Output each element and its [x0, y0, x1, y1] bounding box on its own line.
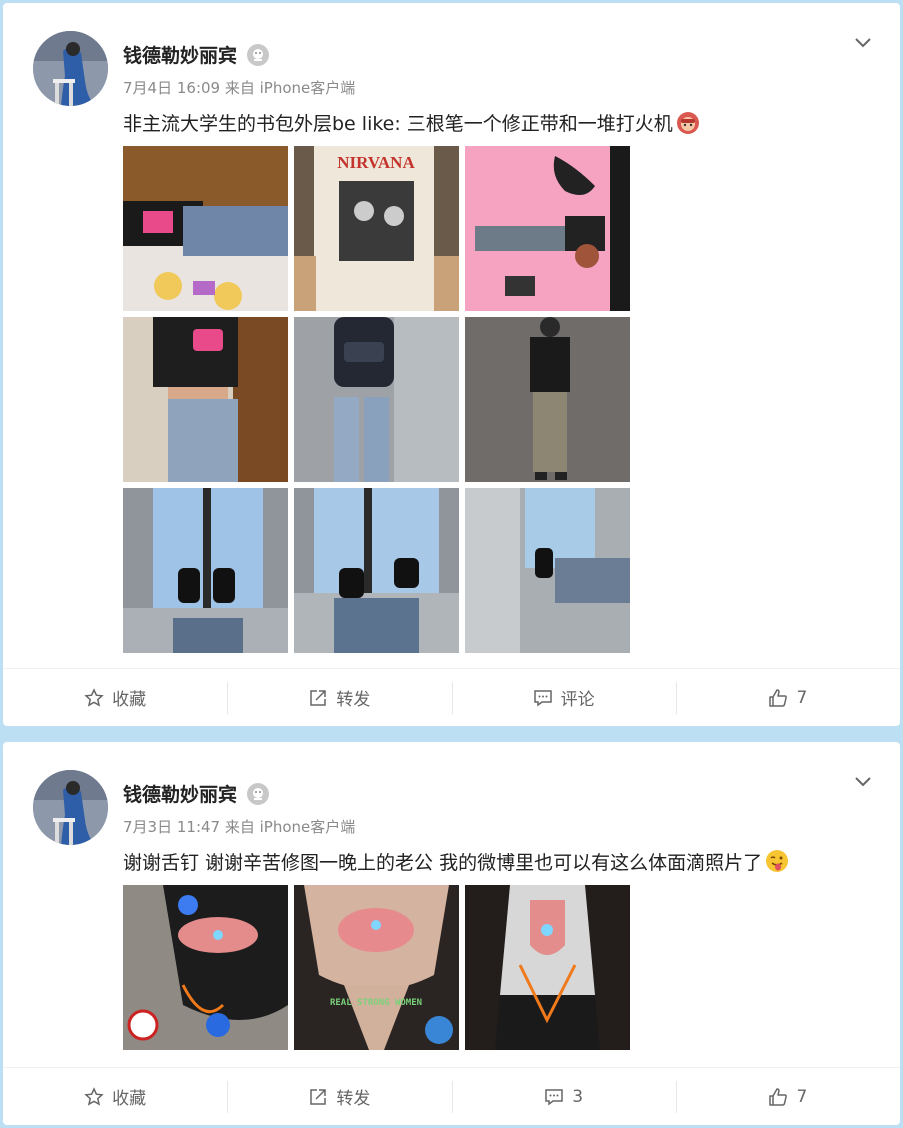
star-icon: [84, 1086, 104, 1106]
photo-thumbnail[interactable]: [123, 885, 288, 1050]
photo-thumbnail[interactable]: NIRVANA: [294, 146, 459, 311]
post-text: 非主流大学生的书包外层be like: 三根笔一个修正带和一堆打火机: [123, 109, 701, 138]
repost-label: 转发: [336, 1089, 371, 1109]
repost-label: 转发: [336, 690, 371, 710]
photo-thumbnail[interactable]: [465, 885, 630, 1050]
comment-button[interactable]: 评论: [451, 669, 676, 726]
photo-thumbnail[interactable]: REAL STRONG WOMEN: [294, 885, 459, 1050]
post-text-content: 非主流大学生的书包外层be like: 三根笔一个修正带和一堆打火机: [123, 113, 673, 135]
comment-label: 评论: [560, 690, 595, 710]
photo-thumbnail[interactable]: [123, 146, 288, 311]
post-text-content: 谢谢舌钉 谢谢辛苦修图一晚上的老公 我的微博里也可以有这么体面滴照片了: [123, 852, 763, 874]
like-button[interactable]: 7: [675, 669, 900, 726]
comment-icon: [533, 689, 552, 706]
vip-badge-icon: [247, 43, 270, 66]
favorite-button[interactable]: 收藏: [3, 669, 227, 726]
photo-overlay-text: REAL STRONG WOMEN: [330, 998, 422, 1008]
photo-thumbnail[interactable]: [465, 488, 630, 653]
post-meta: 7月3日 11:47 来自 iPhone客户端: [123, 818, 356, 836]
author-name[interactable]: 钱德勒妙丽宾: [123, 780, 237, 807]
photo-thumbnail[interactable]: [123, 317, 288, 482]
author-name[interactable]: 钱德勒妙丽宾: [123, 41, 237, 68]
photo-thumbnail[interactable]: [123, 488, 288, 653]
photo-thumbnail[interactable]: [465, 317, 630, 482]
post-text: 谢谢舌钉 谢谢辛苦修图一晚上的老公 我的微博里也可以有这么体面滴照片了: [123, 848, 790, 877]
like-button[interactable]: 7: [675, 1068, 900, 1125]
like-count: 7: [796, 687, 808, 708]
thumbs-up-icon: [769, 1087, 788, 1106]
post-action-bar: 收藏 转发 3 7: [3, 1067, 900, 1125]
favorite-label: 收藏: [112, 1089, 147, 1109]
monkey-emoji-icon: [676, 112, 699, 134]
post-meta: 7月4日 16:09 来自 iPhone客户端: [123, 79, 356, 97]
chevron-down-icon[interactable]: [852, 770, 874, 792]
photo-thumbnail[interactable]: [294, 488, 459, 653]
weibo-post-card: 钱德勒妙丽宾 7月3日 11:47 来自 iPhone客户端 谢谢舌钉 谢谢辛苦…: [3, 742, 900, 1125]
avatar[interactable]: [33, 770, 108, 845]
favorite-button[interactable]: 收藏: [3, 1068, 227, 1125]
vip-badge-icon: [247, 782, 270, 805]
comment-count: 3: [572, 1086, 584, 1107]
tongue-wink-emoji-icon: [766, 850, 789, 872]
avatar[interactable]: [33, 31, 108, 106]
share-icon: [310, 689, 327, 706]
repost-button[interactable]: 转发: [227, 669, 451, 726]
weibo-post-card: 钱德勒妙丽宾 7月4日 16:09 来自 iPhone客户端 非主流大学生的书包…: [3, 3, 900, 726]
photo-thumbnail[interactable]: [294, 317, 459, 482]
photo-thumbnail[interactable]: [465, 146, 630, 311]
comment-button[interactable]: 3: [451, 1068, 676, 1125]
comment-icon: [545, 1088, 563, 1105]
repost-button[interactable]: 转发: [227, 1068, 451, 1125]
photo-overlay-text: NIRVANA: [337, 153, 415, 172]
share-icon: [310, 1088, 327, 1105]
chevron-down-icon[interactable]: [852, 31, 874, 53]
like-count: 7: [796, 1086, 808, 1107]
post-action-bar: 收藏 转发 评论 7: [3, 668, 900, 726]
thumbs-up-icon: [769, 688, 788, 707]
star-icon: [84, 687, 104, 707]
favorite-label: 收藏: [112, 690, 147, 710]
